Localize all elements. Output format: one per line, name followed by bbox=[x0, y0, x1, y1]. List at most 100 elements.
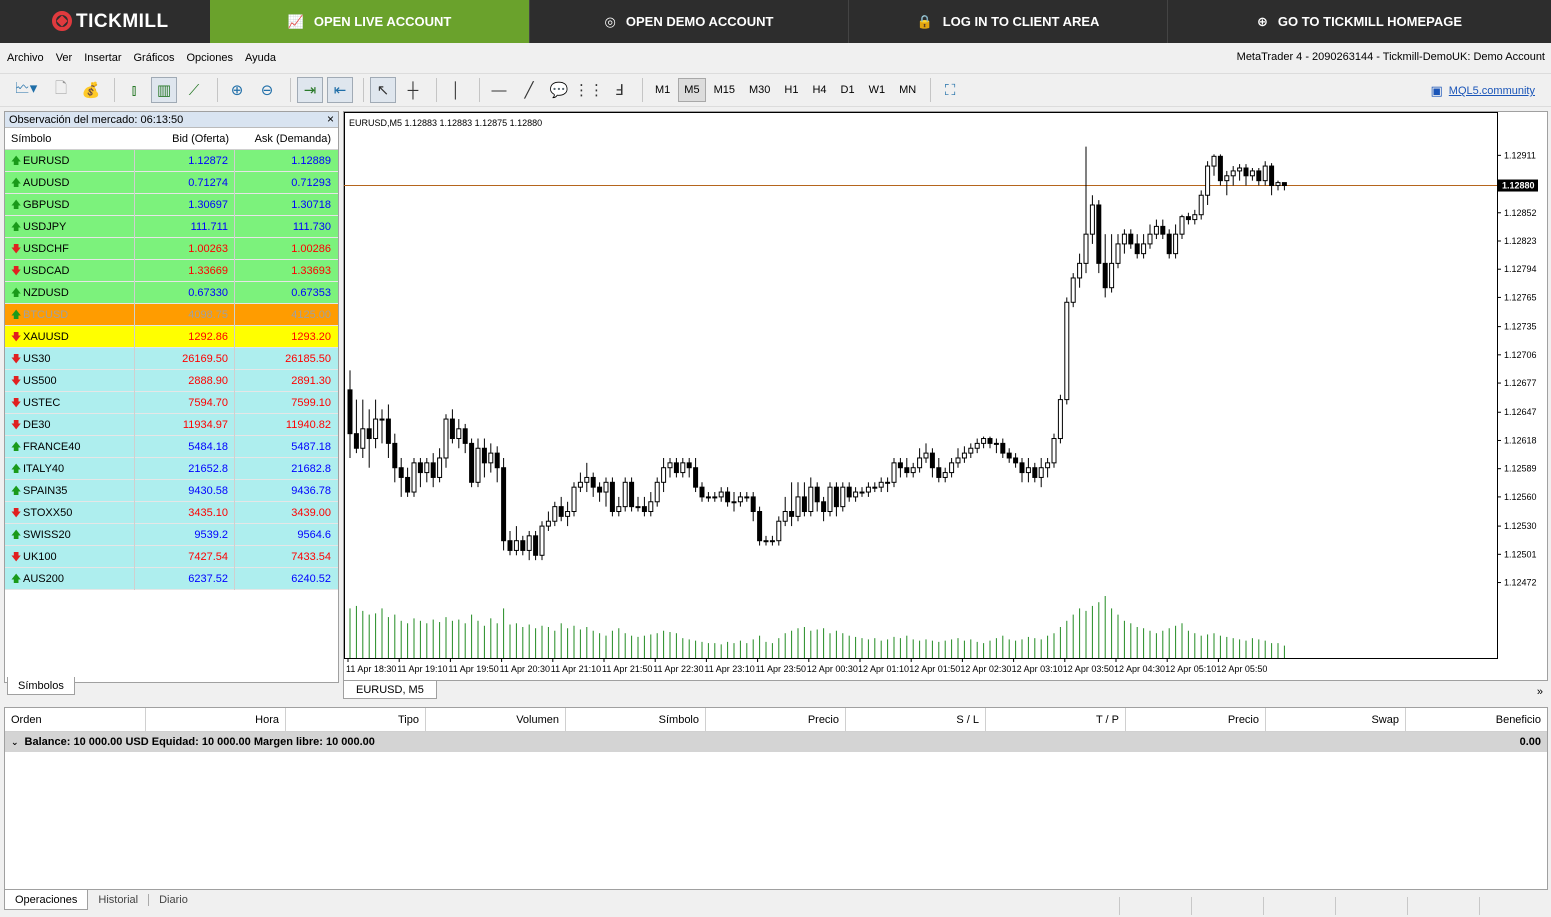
quote-row-ustec[interactable]: 🡇 USTEC 7594.70 7599.10 bbox=[5, 391, 338, 414]
login-client-area-button[interactable]: 🔒 LOG IN TO CLIENT AREA bbox=[848, 0, 1167, 43]
timeframe-m1[interactable]: M1 bbox=[649, 78, 676, 102]
quote-row-stoxx50[interactable]: 🡇 STOXX50 3435.10 3439.00 bbox=[5, 501, 338, 524]
quote-row-uk100[interactable]: 🡇 UK100 7427.54 7433.54 bbox=[5, 545, 338, 568]
y-tick-label: 1.12677 bbox=[1504, 378, 1537, 388]
col-swap[interactable]: Swap bbox=[1266, 707, 1406, 732]
fibonacci-icon[interactable]: ⋮⋮ bbox=[574, 77, 604, 103]
open-demo-account-button[interactable]: ◎ OPEN DEMO ACCOUNT bbox=[529, 0, 848, 43]
bid-price: 2888.90 bbox=[135, 369, 235, 392]
menu-ver[interactable]: Ver bbox=[51, 52, 78, 64]
quote-row-usdchf[interactable]: 🡇 USDCHF 1.00263 1.00286 bbox=[5, 237, 338, 260]
quote-row-eurusd[interactable]: 🡅 EURUSD 1.12872 1.12889 bbox=[5, 149, 338, 172]
candle-body bbox=[635, 506, 641, 509]
line-chart-icon[interactable]: ⟋ bbox=[181, 77, 207, 103]
double-chevron-icon[interactable]: » bbox=[1537, 686, 1543, 698]
timeframe-w1[interactable]: W1 bbox=[863, 78, 892, 102]
menu-insertar[interactable]: Insertar bbox=[79, 52, 126, 64]
ask-price: 0.67353 bbox=[291, 286, 331, 299]
candle-body bbox=[379, 418, 385, 421]
col-precio-2[interactable]: Precio bbox=[1126, 707, 1266, 732]
quote-row-xauusd[interactable]: 🡇 XAUUSD 1292.86 1293.20 bbox=[5, 325, 338, 348]
quote-row-de30[interactable]: 🡇 DE30 11934.97 11940.82 bbox=[5, 413, 338, 436]
candle-body bbox=[565, 511, 571, 517]
open-live-account-button[interactable]: 📈 OPEN LIVE ACCOUNT bbox=[210, 0, 529, 43]
quote-symbol: 🡇 USTEC bbox=[5, 391, 135, 414]
account-info: MetaTrader 4 - 2090263144 - Tickmill-Dem… bbox=[1236, 51, 1545, 63]
cursor-icon[interactable]: ↖ bbox=[370, 77, 396, 103]
profiles-icon[interactable]: 🗋 bbox=[48, 77, 74, 103]
vertical-line-icon[interactable]: │ bbox=[443, 77, 469, 103]
quote-row-us30[interactable]: 🡇 US30 26169.50 26185.50 bbox=[5, 347, 338, 370]
zoom-in-icon[interactable]: ⊕ bbox=[224, 77, 250, 103]
elliott-icon[interactable]: Ⅎ bbox=[606, 77, 632, 103]
timeframe-m5[interactable]: M5 bbox=[678, 78, 706, 102]
close-icon[interactable]: × bbox=[327, 112, 334, 126]
quote-row-audusd[interactable]: 🡅 AUDUSD 0.71274 0.71293 bbox=[5, 171, 338, 194]
timeframe-h1[interactable]: H1 bbox=[778, 78, 804, 102]
chart-tab-eurusd-m5[interactable]: EURUSD, M5 bbox=[343, 681, 437, 699]
quote-row-nzdusd[interactable]: 🡅 NZDUSD 0.67330 0.67353 bbox=[5, 281, 338, 304]
col-orden[interactable]: Orden bbox=[5, 707, 146, 732]
mql5-community-link[interactable]: ▣ MQL5.community bbox=[1431, 83, 1536, 99]
timeframe-mn[interactable]: MN bbox=[893, 78, 922, 102]
col-volumen[interactable]: Volumen bbox=[426, 707, 566, 732]
chart-shift-icon[interactable]: ⇤ bbox=[327, 77, 353, 103]
quote-row-france40[interactable]: 🡅 FRANCE40 5484.18 5487.18 bbox=[5, 435, 338, 458]
fullscreen-icon[interactable]: ⛶ bbox=[937, 77, 963, 103]
quote-symbol: 🡅 USDJPY bbox=[5, 215, 135, 238]
quote-row-italy40[interactable]: 🡅 ITALY40 21652.8 21682.8 bbox=[5, 457, 338, 480]
column-ask[interactable]: Ask (Demanda) bbox=[235, 133, 337, 145]
quote-row-gbpusd[interactable]: 🡅 GBPUSD 1.30697 1.30718 bbox=[5, 193, 338, 216]
timeframe-d1[interactable]: D1 bbox=[835, 78, 861, 102]
trendline-icon[interactable]: ╱ bbox=[516, 77, 542, 103]
menu-ayuda[interactable]: Ayuda bbox=[240, 52, 281, 64]
horizontal-line-icon[interactable]: — bbox=[486, 77, 512, 103]
candlestick-chart[interactable]: EURUSD,M5 1.12883 1.12883 1.12875 1.1288… bbox=[344, 112, 1547, 680]
x-tick-label: 12 Apr 05:50 bbox=[1216, 664, 1267, 674]
quote-row-usdjpy[interactable]: 🡅 USDJPY 111.711 111.730 bbox=[5, 215, 338, 238]
tab-simbolos[interactable]: Símbolos bbox=[7, 677, 75, 695]
balance-row[interactable]: ⌄ Balance: 10 000.00 USD Equidad: 10 000… bbox=[5, 732, 1547, 752]
quote-row-swiss20[interactable]: 🡅 SWISS20 9539.2 9564.6 bbox=[5, 523, 338, 546]
quote-row-aus200[interactable]: 🡅 AUS200 6237.52 6240.52 bbox=[5, 567, 338, 590]
col-hora[interactable]: Hora bbox=[146, 707, 286, 732]
symbol-name: GBPUSD bbox=[23, 198, 70, 211]
col-simbolo[interactable]: Símbolo bbox=[566, 707, 706, 732]
auto-scroll-icon[interactable]: ⇥ bbox=[297, 77, 323, 103]
ask-price: 11940.82 bbox=[285, 418, 331, 431]
candle-body bbox=[1019, 462, 1025, 474]
menu-archivo[interactable]: Archivo bbox=[2, 52, 49, 64]
text-label-icon[interactable]: 💬 bbox=[546, 77, 572, 103]
new-chart-icon[interactable]: 🗠▾ bbox=[8, 77, 44, 103]
candle-body bbox=[782, 511, 788, 522]
candle-body bbox=[891, 462, 897, 483]
ask-price: 4125.00 bbox=[291, 308, 331, 321]
zoom-out-icon[interactable]: ⊖ bbox=[254, 77, 280, 103]
menu-opciones[interactable]: Opciones bbox=[181, 52, 237, 64]
candle-body bbox=[929, 452, 935, 469]
quote-row-btcusd[interactable]: 🡅 BTCUSD 4098.75 4125.00 bbox=[5, 303, 338, 326]
col-sl[interactable]: S / L bbox=[846, 707, 986, 732]
col-tp[interactable]: T / P bbox=[986, 707, 1126, 732]
tickmill-logo[interactable]: TICKMILL bbox=[0, 0, 210, 43]
timeframe-m15[interactable]: M15 bbox=[708, 78, 741, 102]
market-watch-icon[interactable]: 💰 bbox=[78, 77, 104, 103]
quote-row-usdcad[interactable]: 🡇 USDCAD 1.33669 1.33693 bbox=[5, 259, 338, 282]
chart-window[interactable]: EURUSD,M5 1.12883 1.12883 1.12875 1.1288… bbox=[343, 111, 1548, 681]
quote-row-spain35[interactable]: 🡅 SPAIN35 9430.58 9436.78 bbox=[5, 479, 338, 502]
col-tipo[interactable]: Tipo bbox=[286, 707, 426, 732]
col-precio[interactable]: Precio bbox=[706, 707, 846, 732]
timeframe-m30[interactable]: M30 bbox=[743, 78, 776, 102]
crosshair-icon[interactable]: ┼ bbox=[400, 77, 426, 103]
bar-chart-icon[interactable]: ⫾ bbox=[121, 77, 147, 103]
menu-graficos[interactable]: Gráficos bbox=[129, 52, 180, 64]
column-bid[interactable]: Bid (Oferta) bbox=[135, 133, 235, 145]
column-symbol[interactable]: Símbolo bbox=[5, 133, 135, 145]
quote-row-us500[interactable]: 🡇 US500 2888.90 2891.30 bbox=[5, 369, 338, 392]
candle-body bbox=[1166, 233, 1172, 255]
col-beneficio[interactable]: Beneficio bbox=[1406, 708, 1547, 732]
candlestick-chart-icon[interactable]: ▥ bbox=[151, 77, 177, 103]
candle-body bbox=[942, 472, 948, 478]
go-homepage-button[interactable]: ⊕ GO TO TICKMILL HOMEPAGE bbox=[1167, 0, 1551, 43]
timeframe-h4[interactable]: H4 bbox=[806, 78, 832, 102]
